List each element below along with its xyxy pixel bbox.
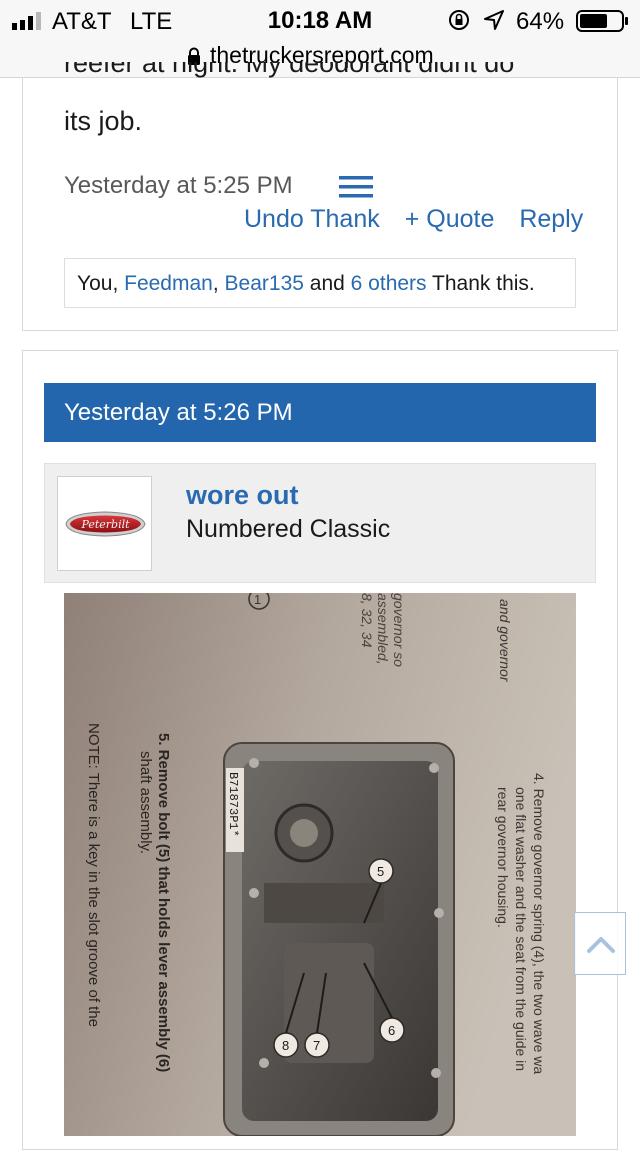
svg-text:1: 1	[254, 593, 261, 607]
likes-separator: ,	[212, 272, 219, 295]
svg-text:one flat washer and the seat f: one flat washer and the seat from the gu…	[513, 787, 529, 1071]
svg-text:assembled,: assembled,	[375, 593, 391, 665]
post-actions: Undo Thank + Quote Reply	[244, 205, 583, 234]
chevron-up-icon	[587, 937, 615, 953]
post-message-cutoff: reefer at night. My deodorant didnt do	[64, 62, 515, 78]
status-bar: AT&T LTE 10:18 AM 64%	[0, 0, 640, 40]
svg-text:governor so: governor so	[391, 593, 407, 667]
svg-text:7: 7	[313, 1038, 320, 1053]
likes-suffix: Thank this.	[432, 272, 535, 295]
svg-text:4. Remove governor spring (4): 4. Remove governor spring (4), the two w…	[531, 773, 547, 1074]
svg-text:NOTE: There is a key in the s: NOTE: There is a key in the slot groove …	[85, 723, 102, 1027]
hamburger-menu-icon[interactable]	[339, 176, 373, 198]
likes-you: You,	[77, 272, 119, 295]
likes-summary: You, Feedman, Bear135 and 6 others Thank…	[64, 258, 576, 308]
svg-text:8: 8	[282, 1038, 289, 1053]
svg-text:rear governor housing.: rear governor housing.	[495, 787, 511, 928]
battery-icon	[576, 10, 628, 32]
post-timestamp[interactable]: Yesterday at 5:25 PM	[64, 172, 293, 200]
peterbilt-logo-icon: Peterbilt	[65, 511, 146, 537]
svg-text:8, 32, 34: 8, 32, 34	[359, 593, 375, 648]
liker-link-feedman[interactable]: Feedman	[124, 272, 213, 295]
author-name-link[interactable]: wore out	[186, 480, 299, 511]
undo-thank-button[interactable]: Undo Thank	[244, 205, 380, 233]
svg-text:6: 6	[388, 1023, 395, 1038]
svg-text:B71873P1*: B71873P1*	[226, 772, 240, 837]
reply-button[interactable]: Reply	[519, 205, 583, 233]
likes-and: and	[309, 272, 345, 295]
avatar[interactable]: Peterbilt	[57, 476, 152, 571]
rotation-lock-icon	[449, 10, 469, 30]
scroll-to-top-button[interactable]	[574, 912, 626, 975]
manual-page-photo: and governor 4. Remove governor spring (…	[64, 593, 576, 1136]
author-title: Numbered Classic	[186, 515, 391, 543]
svg-text:Peterbilt: Peterbilt	[80, 518, 130, 531]
svg-text:5: 5	[377, 864, 384, 879]
attached-photo[interactable]: and governor 4. Remove governor spring (…	[64, 593, 576, 1136]
post-message: its job.	[64, 106, 143, 136]
likes-others-link[interactable]: 6 others	[351, 272, 427, 295]
svg-text:5. Remove bolt (5) that holds: 5. Remove bolt (5) that holds lever asse…	[155, 733, 172, 1072]
battery-percent: 64%	[516, 8, 565, 35]
post-date-header: Yesterday at 5:26 PM	[44, 383, 596, 442]
svg-text:and governor: and governor	[497, 599, 513, 683]
liker-link-bear135[interactable]: Bear135	[225, 272, 304, 295]
location-arrow-icon	[484, 10, 504, 30]
svg-text:shaft assembly.: shaft assembly.	[137, 751, 154, 854]
quote-button[interactable]: + Quote	[405, 205, 495, 233]
